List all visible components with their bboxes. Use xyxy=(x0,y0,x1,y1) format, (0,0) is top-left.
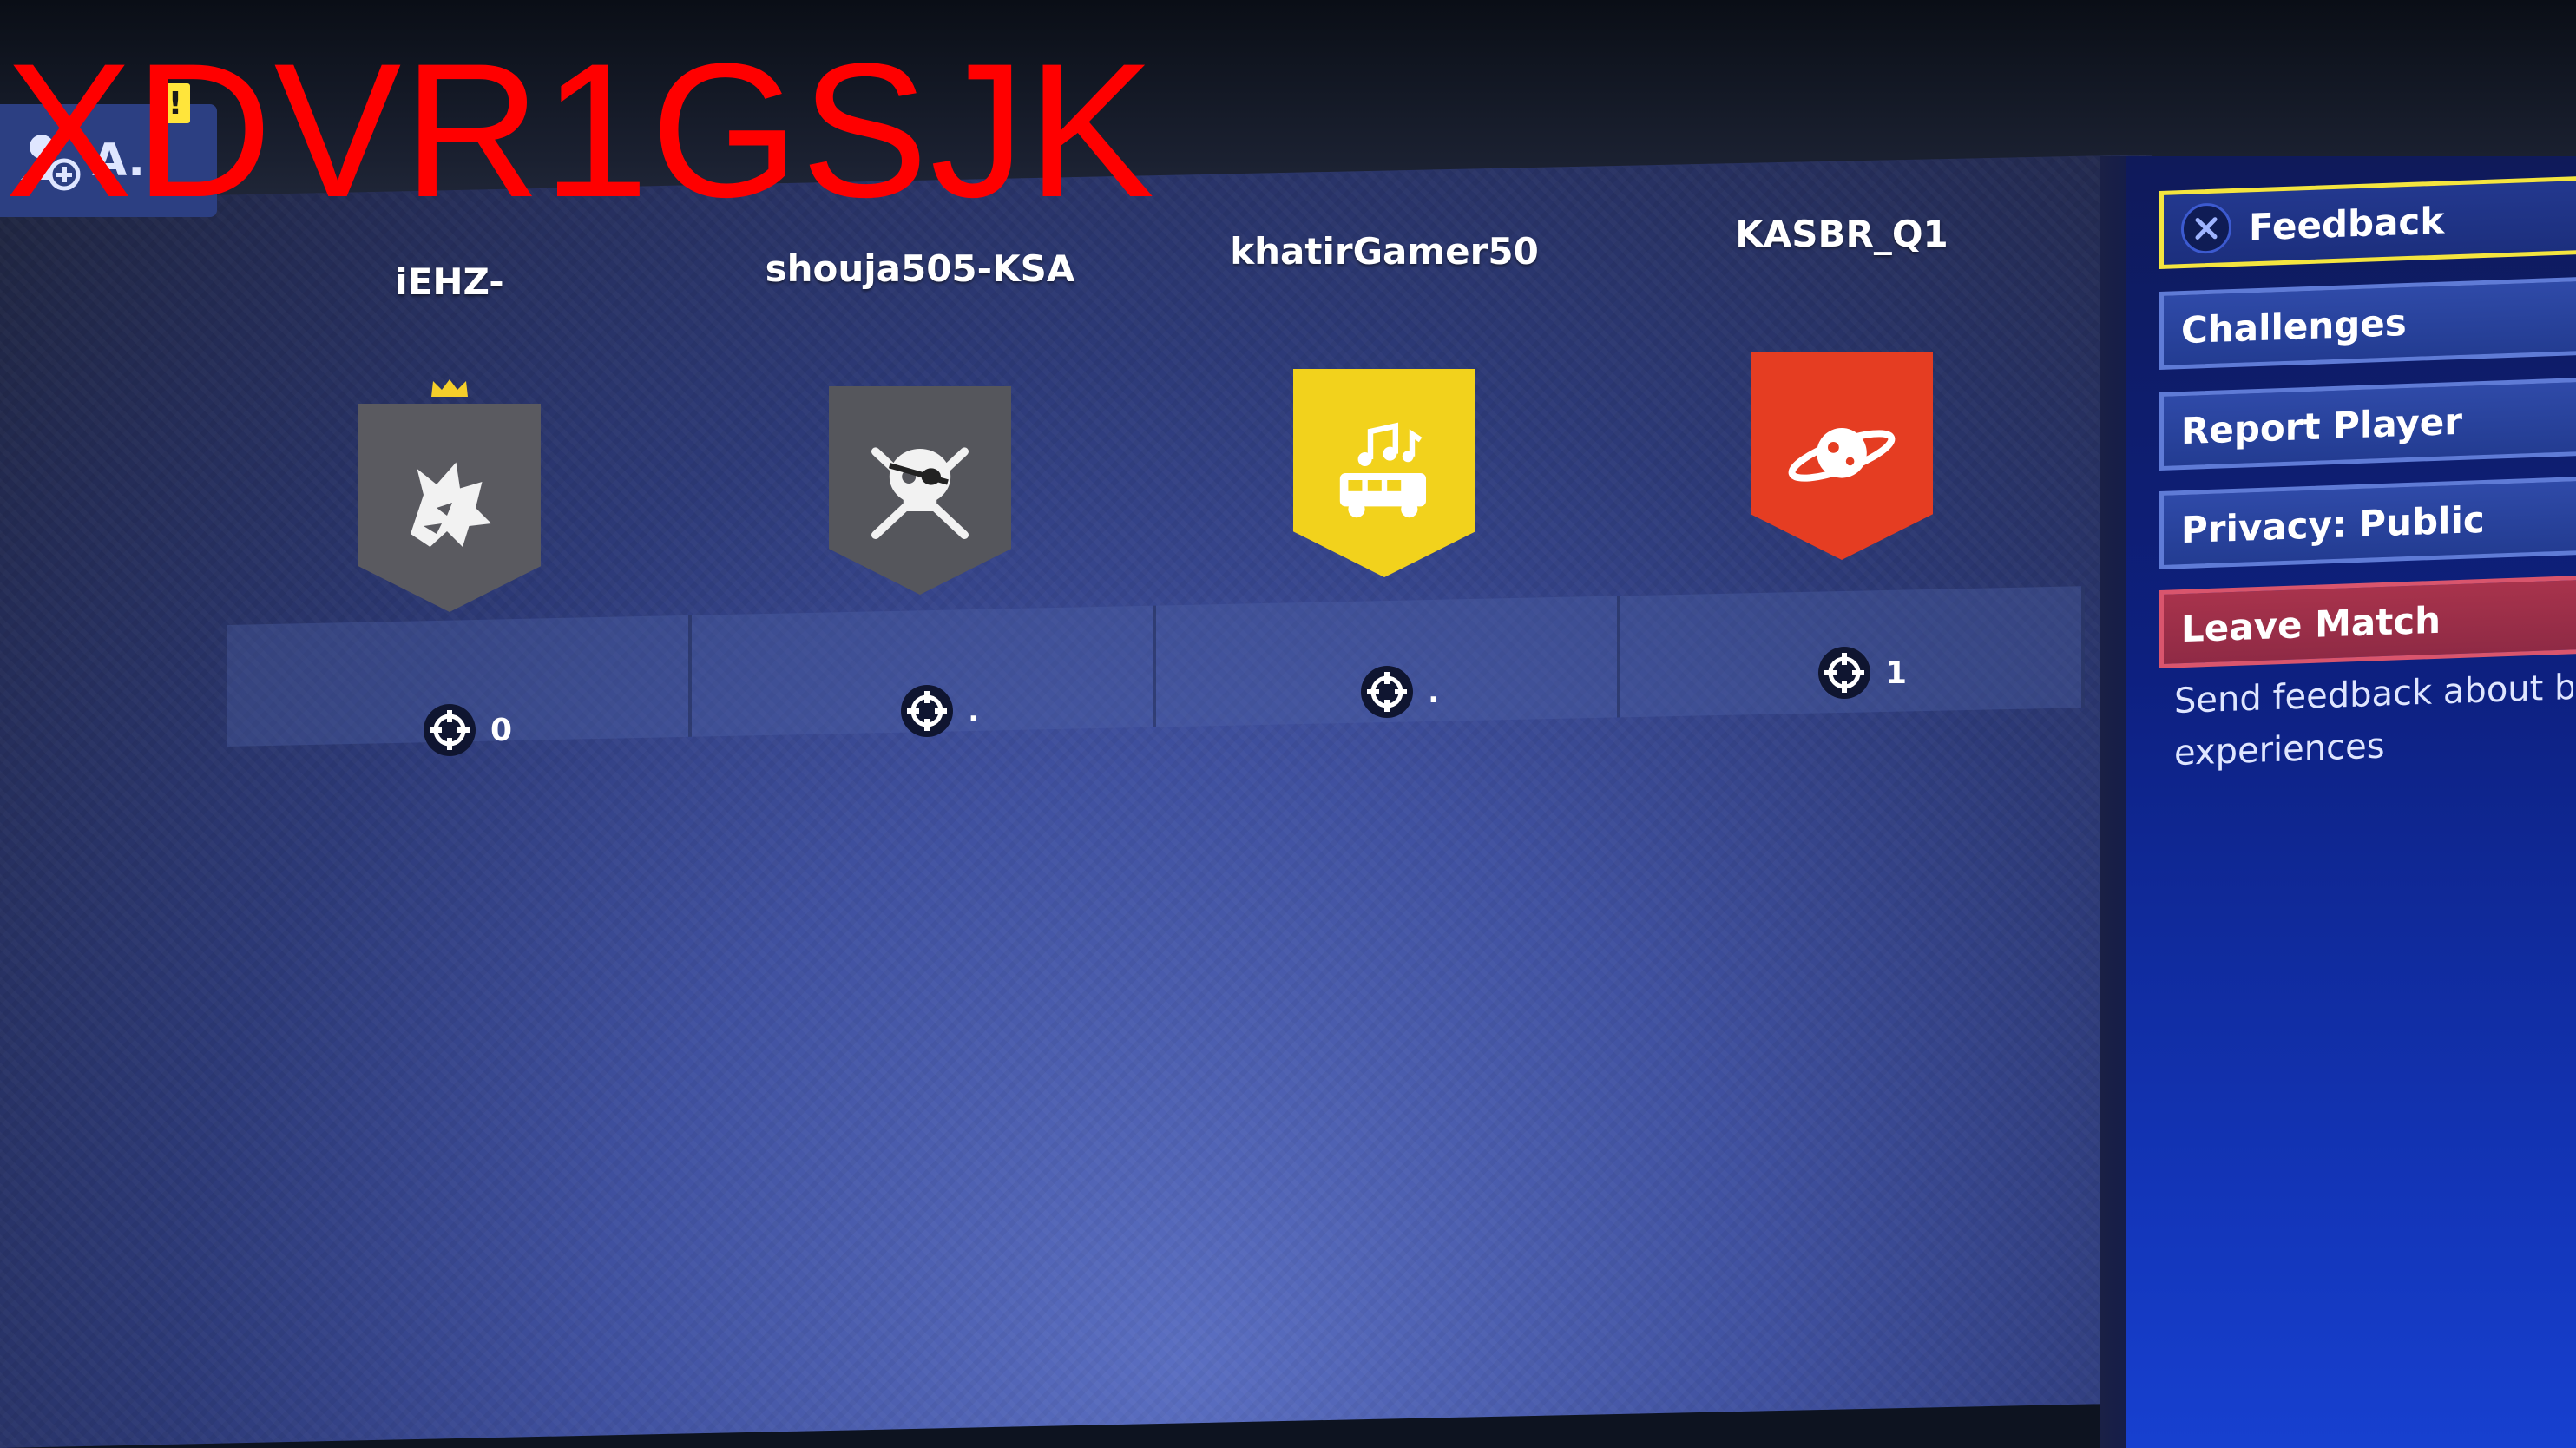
elimination-stat: . xyxy=(1358,663,1440,721)
elimination-count: 0 xyxy=(490,712,513,748)
elimination-count: 1 xyxy=(1885,655,1908,691)
crown-icon xyxy=(431,379,468,397)
challenges-label: Challenges xyxy=(2181,300,2407,352)
privacy-button[interactable]: Privacy: Public xyxy=(2159,476,2576,569)
elimination-stat: . xyxy=(898,682,980,740)
crosshair-icon xyxy=(1361,666,1413,718)
crosshair-icon xyxy=(901,685,953,737)
player-card[interactable]: iEHZ- xyxy=(276,260,623,612)
player-card[interactable]: shouja505-KSA xyxy=(746,247,1094,595)
feedback-label: Feedback xyxy=(2249,199,2445,248)
report-player-button[interactable]: Report Player xyxy=(2159,377,2576,471)
crosshair-icon xyxy=(424,704,476,756)
player-name: KASBR_Q1 xyxy=(1735,213,1948,255)
menu-description: Send feedback about b experiences xyxy=(2174,661,2573,780)
report-player-label: Report Player xyxy=(2181,399,2462,452)
elimination-stat: 1 xyxy=(1816,644,1907,701)
close-icon[interactable] xyxy=(2181,202,2231,255)
wolf-icon xyxy=(411,462,491,547)
leave-match-label: Leave Match xyxy=(2181,598,2441,650)
elimination-stat: 0 xyxy=(421,701,512,759)
battle-bus-icon xyxy=(1339,422,1426,518)
challenges-button[interactable]: Challenges xyxy=(2159,276,2576,370)
player-name: khatirGamer50 xyxy=(1230,230,1539,273)
player-card[interactable]: khatirGamer50 xyxy=(1211,230,1558,577)
planet-icon xyxy=(1788,428,1896,482)
player-name: shouja505-KSA xyxy=(765,247,1075,290)
player-name: iEHZ- xyxy=(395,260,504,303)
feedback-button[interactable]: Feedback xyxy=(2159,175,2576,269)
leave-match-button[interactable]: Leave Match xyxy=(2159,575,2576,668)
elimination-count: . xyxy=(1428,674,1440,710)
player-card[interactable]: KASBR_Q1 xyxy=(1668,213,2015,560)
crosshair-icon xyxy=(1818,647,1870,699)
lobby-panel xyxy=(0,155,2152,1448)
privacy-label: Privacy: Public xyxy=(2181,497,2485,551)
elimination-count: . xyxy=(968,693,980,729)
skull-crossed-swords-icon xyxy=(871,447,969,539)
watermark-text: XDVR1GSJK xyxy=(5,23,1157,237)
